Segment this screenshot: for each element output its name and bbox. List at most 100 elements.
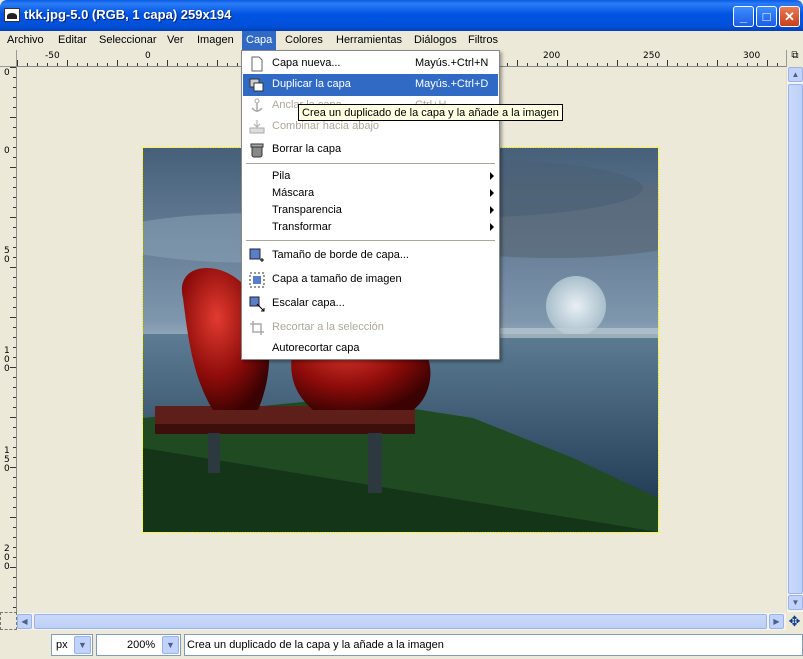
ruler-tick bbox=[13, 457, 16, 458]
ruler-tick bbox=[13, 97, 16, 98]
menu-seleccionar[interactable]: Seleccionar bbox=[97, 33, 158, 47]
ruler-tick bbox=[13, 387, 16, 388]
ruler-tick bbox=[657, 63, 658, 66]
menu-item-transform[interactable]: Transformar bbox=[243, 217, 498, 239]
ruler-tick bbox=[13, 147, 16, 148]
ruler-tick bbox=[13, 227, 16, 228]
ruler-tick bbox=[13, 77, 16, 78]
quick-mask-toggle[interactable] bbox=[0, 612, 17, 630]
close-button[interactable]: ✕ bbox=[779, 6, 800, 27]
duplicate-layer-icon bbox=[249, 77, 265, 93]
chevron-down-icon[interactable]: ▼ bbox=[74, 636, 91, 654]
ruler-tick bbox=[13, 527, 16, 528]
ruler-tick bbox=[10, 267, 16, 268]
menu-separator bbox=[246, 163, 495, 164]
menu-herramientas[interactable]: Herramientas bbox=[334, 33, 404, 47]
unit-select[interactable]: px ▼ bbox=[51, 634, 93, 656]
ruler-tick bbox=[647, 63, 648, 66]
ruler-tick bbox=[227, 63, 228, 66]
ruler-tick bbox=[10, 117, 16, 118]
horizontal-scroll-thumb[interactable] bbox=[34, 614, 767, 629]
ruler-tick bbox=[13, 347, 16, 348]
delete-layer-icon bbox=[249, 142, 265, 158]
layer-boundary-icon bbox=[249, 248, 265, 264]
menu-item-scale-layer[interactable]: Escalar capa... bbox=[243, 293, 498, 315]
window-title: tkk.jpg-5.0 (RGB, 1 capa) 259x194 bbox=[24, 7, 232, 22]
menu-item-autocrop-layer[interactable]: Autorecortar capa bbox=[243, 338, 498, 360]
menu-capa[interactable]: Capa bbox=[242, 31, 277, 50]
scroll-right-icon[interactable]: ▶ bbox=[769, 614, 784, 629]
menu-editar[interactable]: Editar bbox=[56, 33, 89, 47]
quick-mask-corner[interactable] bbox=[0, 50, 17, 67]
navigate-icon[interactable]: ⧉ bbox=[786, 50, 803, 67]
ruler-tick bbox=[13, 597, 16, 598]
ruler-tick bbox=[17, 60, 18, 66]
menu-item-layer-to-image-size[interactable]: Capa a tamaño de imagen bbox=[243, 269, 498, 291]
ruler-tick bbox=[10, 67, 16, 68]
scroll-up-icon[interactable]: ▲ bbox=[788, 67, 803, 82]
ruler-tick bbox=[10, 167, 16, 168]
ruler-tick bbox=[10, 317, 16, 318]
menu-item-delete-layer[interactable]: Borrar la capa bbox=[243, 139, 498, 161]
chevron-down-icon[interactable]: ▼ bbox=[162, 636, 179, 654]
menu-filtros[interactable]: Filtros bbox=[466, 33, 500, 47]
ruler-tick bbox=[37, 63, 38, 66]
ruler-tick bbox=[10, 367, 16, 368]
menu-bar: Archivo Editar Seleccionar Ver Imagen Ca… bbox=[0, 31, 803, 50]
menu-ver[interactable]: Ver bbox=[165, 33, 186, 47]
horizontal-scrollbar[interactable]: ◀ ▶ bbox=[17, 613, 786, 630]
ruler-label: 300 bbox=[743, 51, 761, 61]
ruler-tick bbox=[13, 127, 16, 128]
ruler-tick bbox=[237, 63, 238, 66]
minimize-button[interactable]: _ bbox=[733, 6, 754, 27]
ruler-tick bbox=[537, 63, 538, 66]
ruler-tick bbox=[13, 277, 16, 278]
ruler-tick bbox=[13, 397, 16, 398]
ruler-tick bbox=[13, 307, 16, 308]
scroll-left-icon[interactable]: ◀ bbox=[17, 614, 32, 629]
ruler-tick bbox=[13, 157, 16, 158]
menu-item-duplicate-layer[interactable]: Duplicar la capa Mayús.+Ctrl+D bbox=[243, 74, 498, 96]
ruler-label: 0 bbox=[4, 68, 10, 78]
ruler-tick bbox=[127, 63, 128, 66]
menu-colores[interactable]: Colores bbox=[283, 33, 325, 47]
navigate-move-icon[interactable]: ✥ bbox=[786, 613, 803, 630]
vertical-ruler[interactable]: 0 0 50 100 150 200 bbox=[0, 67, 17, 612]
menu-dialogos[interactable]: Diálogos bbox=[412, 33, 459, 47]
zoom-select[interactable]: 200% ▼ bbox=[96, 634, 181, 656]
maximize-button[interactable]: □ bbox=[756, 6, 777, 27]
menu-item-crop-to-selection[interactable]: Recortar a la selección bbox=[243, 317, 498, 339]
ruler-tick bbox=[27, 63, 28, 66]
ruler-tick bbox=[727, 63, 728, 66]
menu-item-new-layer[interactable]: Capa nueva... Mayús.+Ctrl+N bbox=[243, 53, 498, 75]
scroll-down-icon[interactable]: ▼ bbox=[788, 595, 803, 610]
ruler-tick bbox=[13, 407, 16, 408]
menu-item-layer-boundary-size[interactable]: Tamaño de borde de capa... bbox=[243, 245, 498, 267]
vertical-scrollbar[interactable]: ▲ ▼ bbox=[786, 67, 803, 612]
ruler-tick bbox=[757, 63, 758, 66]
horizontal-scroll-row: ◀ ▶ ✥ bbox=[0, 612, 803, 630]
menu-archivo[interactable]: Archivo bbox=[5, 33, 46, 47]
title-bar[interactable]: tkk.jpg-5.0 (RGB, 1 capa) 259x194 _ □ ✕ bbox=[0, 0, 803, 31]
ruler-tick bbox=[637, 63, 638, 66]
ruler-tick bbox=[13, 247, 16, 248]
ruler-tick bbox=[13, 177, 16, 178]
menu-imagen[interactable]: Imagen bbox=[195, 33, 236, 47]
ruler-tick bbox=[707, 63, 708, 66]
ruler-tick bbox=[747, 63, 748, 66]
ruler-tick bbox=[13, 447, 16, 448]
layer-menu: Capa nueva... Mayús.+Ctrl+N Duplicar la … bbox=[241, 50, 500, 360]
ruler-tick bbox=[10, 467, 16, 468]
ruler-tick bbox=[717, 60, 718, 66]
ruler-tick bbox=[47, 63, 48, 66]
ruler-tick bbox=[687, 63, 688, 66]
layer-to-image-size-icon bbox=[249, 272, 265, 288]
ruler-tick bbox=[767, 60, 768, 66]
ruler-label: 0 bbox=[4, 146, 10, 156]
new-layer-icon bbox=[249, 56, 265, 72]
ruler-tick bbox=[13, 207, 16, 208]
image-window-icon[interactable] bbox=[4, 8, 20, 22]
ruler-tick bbox=[13, 357, 16, 358]
vertical-scroll-thumb[interactable] bbox=[788, 84, 803, 594]
ruler-tick bbox=[677, 63, 678, 66]
